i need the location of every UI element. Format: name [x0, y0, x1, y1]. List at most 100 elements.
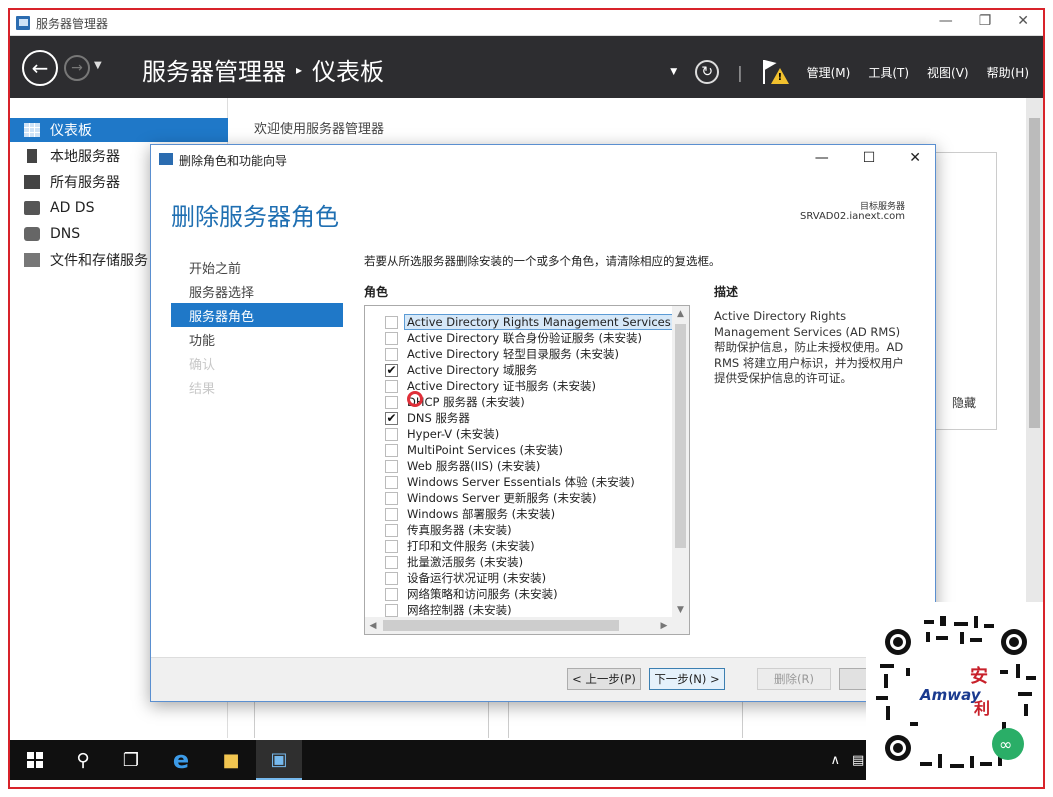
role-checkbox[interactable]	[385, 347, 398, 361]
role-checkbox[interactable]	[385, 459, 398, 473]
menu-manage[interactable]: 管理(M)	[807, 64, 851, 81]
scroll-thumb[interactable]	[1029, 118, 1040, 428]
role-item[interactable]: 网络控制器 (未安装)	[365, 602, 673, 618]
close-icon[interactable]: ✕	[1017, 13, 1029, 29]
welcome-heading: 欢迎使用服务器管理器	[254, 122, 385, 137]
maximize-icon[interactable]: ☐	[863, 150, 876, 166]
forward-arrow-icon[interactable]: →	[64, 55, 90, 81]
restore-icon[interactable]: ❐	[979, 13, 992, 29]
role-checkbox[interactable]	[385, 315, 398, 329]
minimize-icon[interactable]: —	[939, 13, 953, 29]
role-item[interactable]: Active Directory 联合身份验证服务 (未安装)	[365, 330, 673, 346]
role-label: Hyper-V (未安装)	[407, 427, 500, 441]
role-item[interactable]: Windows 部署服务 (未安装)	[365, 506, 673, 522]
network-icon[interactable]: ▤	[852, 753, 864, 768]
dns-icon	[24, 227, 40, 241]
step-before-you-begin[interactable]: 开始之前	[171, 255, 343, 279]
role-checkbox[interactable]	[385, 603, 398, 617]
menu-view[interactable]: 视图(V)	[927, 64, 969, 81]
roles-horizontal-scrollbar[interactable]: ◀ ▶	[365, 617, 689, 634]
step-server-selection[interactable]: 服务器选择	[171, 279, 343, 303]
role-checkbox[interactable]: ✔	[385, 411, 398, 425]
hide-link[interactable]: 隐藏	[952, 394, 976, 411]
instruction-text: 若要从所选服务器删除安装的一个或多个角色，请清除相应的复选框。	[364, 254, 721, 268]
role-item[interactable]: MultiPoint Services (未安装)	[365, 442, 673, 458]
remove-button: 删除(R)	[757, 668, 831, 690]
role-checkbox[interactable]	[385, 427, 398, 441]
role-item[interactable]: Web 服务器(IIS) (未安装)	[365, 458, 673, 474]
amway-logo-text: Amway	[919, 686, 982, 704]
history-dropdown-icon[interactable]: ▼	[94, 60, 102, 71]
chevron-up-icon[interactable]: ∧	[831, 753, 841, 768]
role-label: 网络控制器 (未安装)	[407, 603, 512, 617]
role-checkbox[interactable]	[385, 491, 398, 505]
refresh-dropdown-icon[interactable]: ▼	[670, 67, 677, 77]
internet-explorer-icon[interactable]: e	[158, 740, 204, 780]
role-checkbox[interactable]	[385, 539, 398, 553]
refresh-icon[interactable]: ↻	[695, 60, 720, 84]
scroll-up-icon[interactable]: ▲	[672, 306, 689, 322]
roles-list: Active Directory Rights Management Servi…	[365, 314, 674, 618]
role-item[interactable]: 传真服务器 (未安装)	[365, 522, 673, 538]
file-explorer-icon[interactable]: ■	[208, 740, 254, 780]
role-checkbox[interactable]	[385, 555, 398, 569]
role-item[interactable]: Hyper-V (未安装)	[365, 426, 673, 442]
next-button[interactable]: 下一步(N) >	[649, 668, 725, 690]
search-icon[interactable]: ⚲	[60, 740, 106, 780]
menu-help[interactable]: 帮助(H)	[987, 64, 1029, 81]
role-item[interactable]: Active Directory Rights Management Servi…	[365, 314, 674, 330]
minimize-icon[interactable]: —	[815, 150, 829, 166]
role-checkbox[interactable]	[385, 587, 398, 601]
wizard-steps: 开始之前 服务器选择 服务器角色 功能 确认 结果	[171, 255, 343, 399]
previous-button[interactable]: < 上一步(P)	[567, 668, 641, 690]
scroll-thumb[interactable]	[675, 324, 686, 548]
role-item[interactable]: 打印和文件服务 (未安装)	[365, 538, 673, 554]
role-checkbox[interactable]	[385, 379, 398, 393]
scroll-right-icon[interactable]: ▶	[656, 617, 672, 634]
svg-text:∞: ∞	[999, 735, 1012, 754]
role-label: Windows Server 更新服务 (未安装)	[407, 491, 597, 505]
qr-code-image: Amway 安 利 ∞	[872, 611, 1040, 779]
remove-roles-wizard: 删除角色和功能向导 — ☐ ✕ 删除服务器角色 目标服务器 SRVAD02.ia…	[150, 144, 936, 702]
task-view-icon[interactable]: ❐	[108, 740, 154, 780]
role-checkbox[interactable]	[385, 475, 398, 489]
breadcrumb-separator-icon: ▸	[296, 62, 303, 77]
role-checkbox[interactable]	[385, 507, 398, 521]
step-features[interactable]: 功能	[171, 327, 343, 351]
role-item[interactable]: 网络策略和访问服务 (未安装)	[365, 586, 673, 602]
scroll-left-icon[interactable]: ◀	[365, 617, 381, 634]
roles-heading: 角色	[364, 285, 389, 299]
roles-list-box: Active Directory Rights Management Servi…	[364, 305, 690, 635]
breadcrumb-current: 仪表板	[312, 58, 385, 86]
role-item[interactable]: Active Directory 轻型目录服务 (未安装)	[365, 346, 673, 362]
role-item[interactable]: 设备运行状况证明 (未安装)	[365, 570, 673, 586]
welcome-panel	[933, 152, 997, 430]
menu-tools[interactable]: 工具(T)	[868, 64, 909, 81]
role-checkbox[interactable]: ✔	[385, 363, 398, 377]
close-icon[interactable]: ✕	[909, 150, 921, 166]
role-checkbox[interactable]	[385, 571, 398, 585]
role-item[interactable]: Windows Server Essentials 体验 (未安装)	[365, 474, 673, 490]
scroll-thumb[interactable]	[383, 620, 619, 631]
notification-flag-icon[interactable]: !	[761, 58, 789, 86]
role-label: Active Directory Rights Management Servi…	[404, 314, 674, 330]
role-item[interactable]: Windows Server 更新服务 (未安装)	[365, 490, 673, 506]
sidebar-item-dashboard[interactable]: 仪表板	[10, 118, 228, 142]
role-checkbox[interactable]	[385, 443, 398, 457]
role-item[interactable]: ✔ DNS 服务器	[365, 410, 673, 426]
role-checkbox[interactable]	[385, 395, 398, 409]
back-arrow-icon[interactable]: ←	[22, 50, 58, 86]
server-manager-taskbar-icon[interactable]: ▣	[256, 740, 302, 780]
breadcrumb: 服务器管理器 ▸ 仪表板	[142, 52, 384, 87]
sidebar-item-label: AD DS	[50, 200, 95, 216]
wizard-icon	[159, 153, 173, 165]
role-checkbox[interactable]	[385, 331, 398, 345]
breadcrumb-root[interactable]: 服务器管理器	[142, 52, 286, 87]
step-server-roles[interactable]: 服务器角色	[171, 303, 343, 327]
scroll-down-icon[interactable]: ▼	[672, 602, 689, 618]
start-button[interactable]	[12, 740, 58, 780]
roles-vertical-scrollbar[interactable]: ▲ ▼	[672, 306, 689, 618]
role-checkbox[interactable]	[385, 523, 398, 537]
role-item[interactable]: 批量激活服务 (未安装)	[365, 554, 673, 570]
role-item[interactable]: ✔ Active Directory 域服务	[365, 362, 673, 378]
